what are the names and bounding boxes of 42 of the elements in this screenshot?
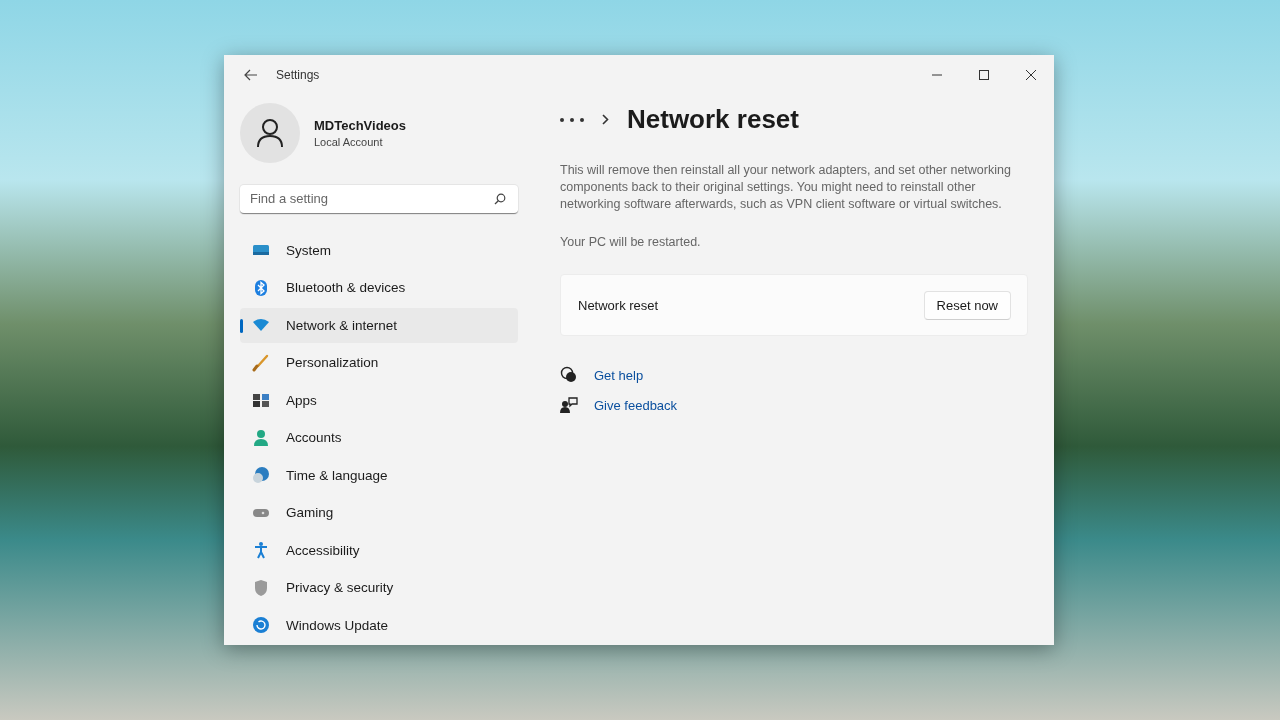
feedback-icon <box>560 396 578 415</box>
sidebar-item[interactable]: Apps <box>240 382 518 418</box>
restart-note: Your PC will be restarted. <box>560 235 702 250</box>
update-icon <box>252 616 270 634</box>
sidebar-item[interactable]: Bluetooth & devices <box>240 270 518 305</box>
controller-icon <box>252 506 270 519</box>
shield-icon <box>253 578 269 597</box>
wifi-icon <box>252 318 270 332</box>
reset-button[interactable]: Reset now <box>923 290 1011 320</box>
search-field[interactable]: Find a setting <box>240 184 518 214</box>
page-title: Network reset <box>627 104 799 135</box>
account-name: MDTechVideos <box>314 117 406 133</box>
apps-icon <box>252 392 270 408</box>
setting-label: Network reset <box>578 297 659 313</box>
selection-indicator <box>240 318 243 333</box>
monitor-icon <box>252 243 270 257</box>
window-title: Settings <box>276 67 320 82</box>
sidebar-item[interactable]: System <box>240 232 518 268</box>
sidebar-item[interactable]: Personalization <box>240 345 518 380</box>
close-icon <box>1025 69 1036 80</box>
maximize-icon <box>978 69 989 80</box>
chevron-icon <box>602 114 609 125</box>
sidebar-item[interactable]: Privacy & security <box>240 570 518 605</box>
bluetooth-icon <box>254 278 268 297</box>
globe-clock-icon <box>252 466 270 484</box>
feedback-link[interactable]: Give feedback <box>594 397 678 413</box>
sidebar-item[interactable]: Time & language <box>240 457 518 493</box>
sidebar-item[interactable]: Accessibility <box>240 532 518 568</box>
more-icon[interactable] <box>560 117 584 122</box>
help-icon <box>560 366 578 385</box>
brush-icon <box>252 353 270 372</box>
sidebar-item[interactable]: Accounts <box>240 420 518 455</box>
back-arrow-icon <box>244 68 258 81</box>
description-text: This will remove then reinstall all your network adapters, and set other networking components back to their original settings. You might need to reinstall other networking software afterwards, such as VPN client software or virtual switches. <box>560 161 1012 214</box>
search-icon <box>494 192 506 205</box>
accessibility-icon <box>253 541 269 559</box>
account-type: Local Account <box>314 135 384 148</box>
sidebar-item[interactable]: Windows Update <box>240 607 518 643</box>
help-link[interactable]: Get help <box>594 367 644 383</box>
sidebar-item[interactable]: Network & internet <box>240 307 518 343</box>
person-icon <box>253 428 269 447</box>
sidebar-item[interactable]: Gaming <box>240 495 518 530</box>
